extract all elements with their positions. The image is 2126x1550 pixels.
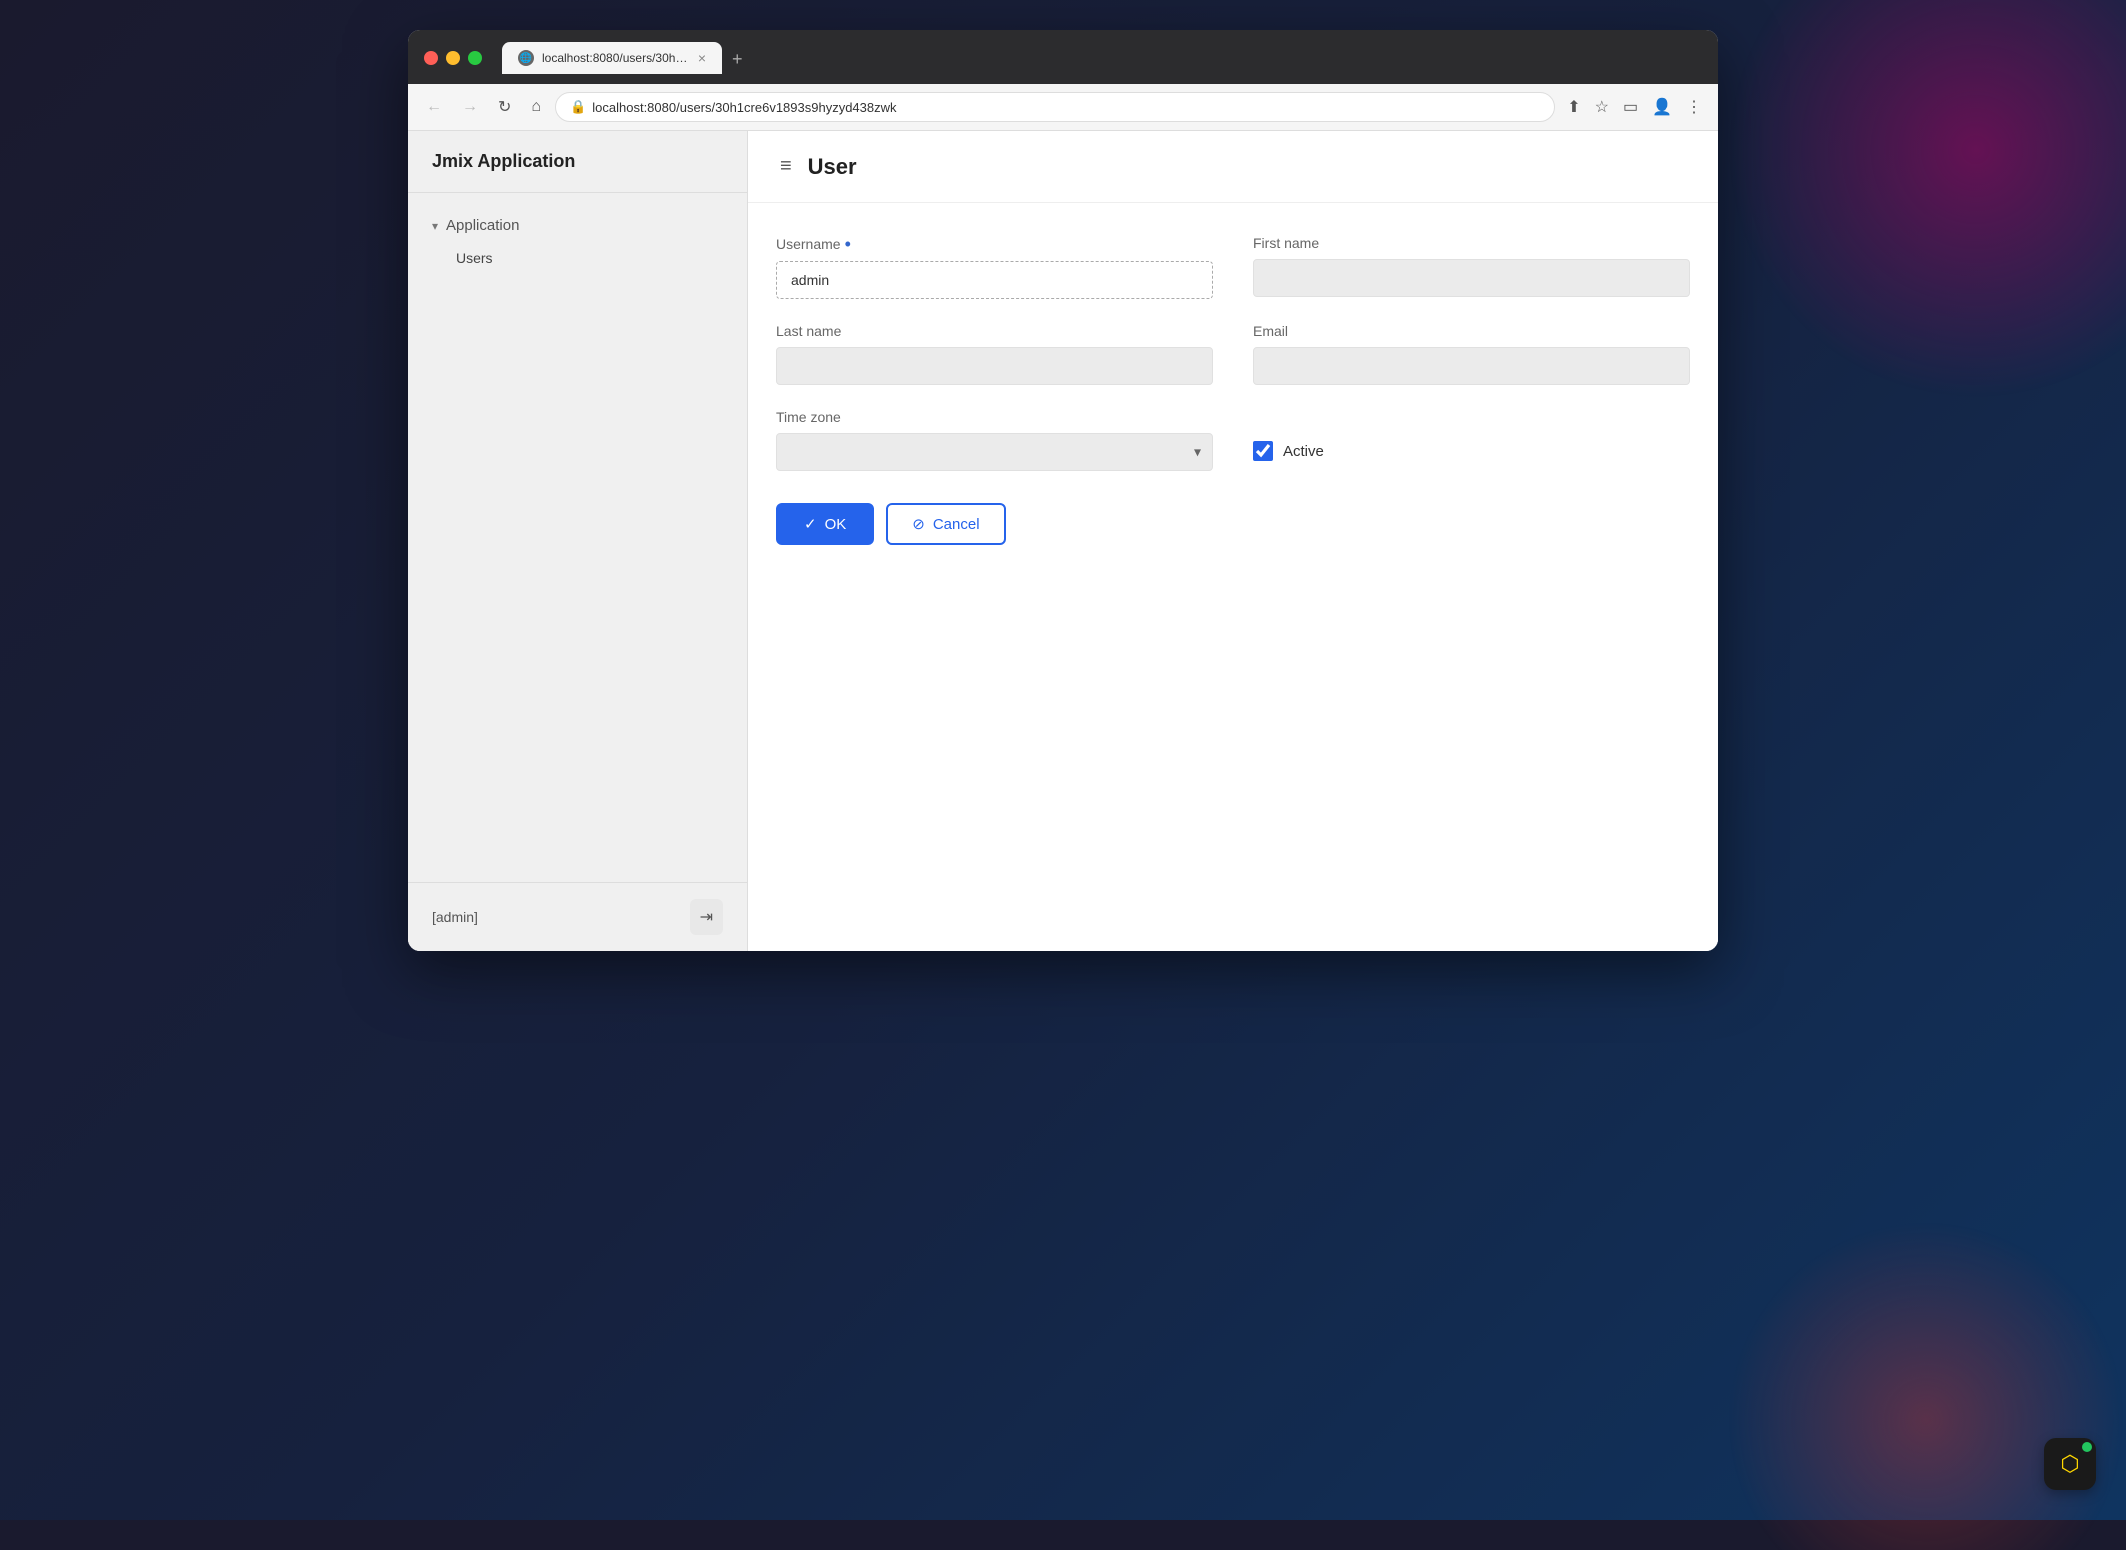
time-zone-label: Time zone	[776, 409, 1213, 425]
active-label[interactable]: Active	[1283, 443, 1324, 460]
refresh-button[interactable]: ↻	[492, 93, 517, 121]
share-button[interactable]: ⬆	[1563, 93, 1584, 121]
time-zone-select-wrapper: ▾	[776, 433, 1213, 471]
sidebar-group-application-header[interactable]: ▾ Application	[420, 209, 735, 242]
close-window-button[interactable]	[424, 51, 438, 65]
menu-button[interactable]: ⋮	[1682, 93, 1706, 121]
sidebar-header: Jmix Application	[408, 131, 747, 193]
profile-button[interactable]: 👤	[1648, 93, 1676, 121]
active-checkbox-row: Active	[1253, 433, 1690, 461]
username-field: Username •	[776, 235, 1213, 299]
username-input[interactable]	[776, 261, 1213, 299]
address-bar[interactable]: 🔒 localhost:8080/users/30h1cre6v1893s9hy…	[555, 92, 1555, 122]
cancel-button[interactable]: ⊘ Cancel	[886, 503, 1005, 545]
last-name-label: Last name	[776, 323, 1213, 339]
user-form: Username • First name	[748, 203, 1718, 577]
main-content: ≡ User Username • First	[748, 131, 1718, 951]
ok-icon: ✓	[804, 515, 817, 533]
sidebar-users-label: Users	[456, 250, 493, 266]
browser-titlebar: 🌐 localhost:8080/users/30h1cre... × +	[408, 30, 1718, 84]
secure-icon: 🔒	[570, 99, 586, 115]
email-label: Email	[1253, 323, 1690, 339]
time-zone-field: Time zone ▾	[776, 409, 1213, 471]
active-field: Active	[1253, 409, 1690, 471]
cancel-label: Cancel	[933, 516, 980, 533]
hamburger-menu-button[interactable]: ≡	[776, 151, 796, 182]
time-zone-select[interactable]	[776, 433, 1213, 471]
app-title: Jmix Application	[432, 151, 575, 171]
logout-icon: ⇥	[700, 909, 713, 926]
form-row-1: Username • First name	[776, 235, 1690, 299]
form-row-3: Time zone ▾ Active	[776, 409, 1690, 471]
browser-controls: 🌐 localhost:8080/users/30h1cre... × +	[424, 42, 1702, 74]
tab-title: localhost:8080/users/30h1cre...	[542, 51, 690, 65]
first-name-field: First name	[1253, 235, 1690, 299]
chevron-down-icon: ▾	[432, 219, 438, 233]
new-tab-button[interactable]: +	[724, 45, 751, 74]
email-input[interactable]	[1253, 347, 1690, 385]
sidebar-toggle-button[interactable]: ▭	[1619, 93, 1642, 121]
ok-button[interactable]: ✓ OK	[776, 503, 874, 545]
main-header: ≡ User	[748, 131, 1718, 203]
browser-action-buttons: ⬆ ☆ ▭ 👤 ⋮	[1563, 93, 1706, 121]
bookmark-button[interactable]: ☆	[1591, 93, 1613, 121]
form-row-2: Last name Email	[776, 323, 1690, 385]
first-name-input[interactable]	[1253, 259, 1690, 297]
tab-bar: 🌐 localhost:8080/users/30h1cre... × +	[502, 42, 751, 74]
tab-favicon: 🌐	[518, 50, 534, 66]
cancel-icon: ⊘	[912, 515, 925, 533]
page-title: User	[808, 154, 857, 180]
required-indicator: •	[845, 235, 851, 253]
sidebar-nav: ▾ Application Users	[408, 193, 747, 882]
minimize-window-button[interactable]	[446, 51, 460, 65]
last-name-field: Last name	[776, 323, 1213, 385]
last-name-input[interactable]	[776, 347, 1213, 385]
logout-button[interactable]: ⇥	[690, 899, 723, 935]
username-label: Username •	[776, 235, 1213, 253]
first-name-label: First name	[1253, 235, 1690, 251]
active-tab[interactable]: 🌐 localhost:8080/users/30h1cre... ×	[502, 42, 722, 74]
back-button[interactable]: ←	[420, 94, 448, 120]
active-checkbox[interactable]	[1253, 441, 1273, 461]
url-text: localhost:8080/users/30h1cre6v1893s9hyzy…	[592, 100, 1540, 115]
app-layout: Jmix Application ▾ Application Users [ad…	[408, 131, 1718, 951]
browser-nav: ← → ↻ ⌂ 🔒 localhost:8080/users/30h1cre6v…	[408, 84, 1718, 131]
sidebar-footer: [admin] ⇥	[408, 882, 747, 951]
tab-close-icon[interactable]: ×	[698, 50, 706, 66]
sidebar-group-application: ▾ Application Users	[408, 209, 747, 274]
wayfinder-widget[interactable]: ⬡	[2044, 1438, 2096, 1490]
browser-window: 🌐 localhost:8080/users/30h1cre... × + ← …	[408, 30, 1718, 951]
sidebar: Jmix Application ▾ Application Users [ad…	[408, 131, 748, 951]
current-user-label: [admin]	[432, 909, 478, 925]
wayfinder-icon: ⬡	[2060, 1451, 2079, 1477]
ok-label: OK	[825, 516, 847, 533]
maximize-window-button[interactable]	[468, 51, 482, 65]
sidebar-item-users[interactable]: Users	[420, 242, 735, 274]
form-actions: ✓ OK ⊘ Cancel	[776, 503, 1690, 545]
sidebar-group-label: Application	[446, 217, 519, 234]
wayfinder-online-indicator	[2082, 1442, 2092, 1452]
hamburger-icon: ≡	[780, 155, 792, 177]
forward-button[interactable]: →	[456, 94, 484, 120]
home-button[interactable]: ⌂	[525, 94, 547, 120]
email-field: Email	[1253, 323, 1690, 385]
